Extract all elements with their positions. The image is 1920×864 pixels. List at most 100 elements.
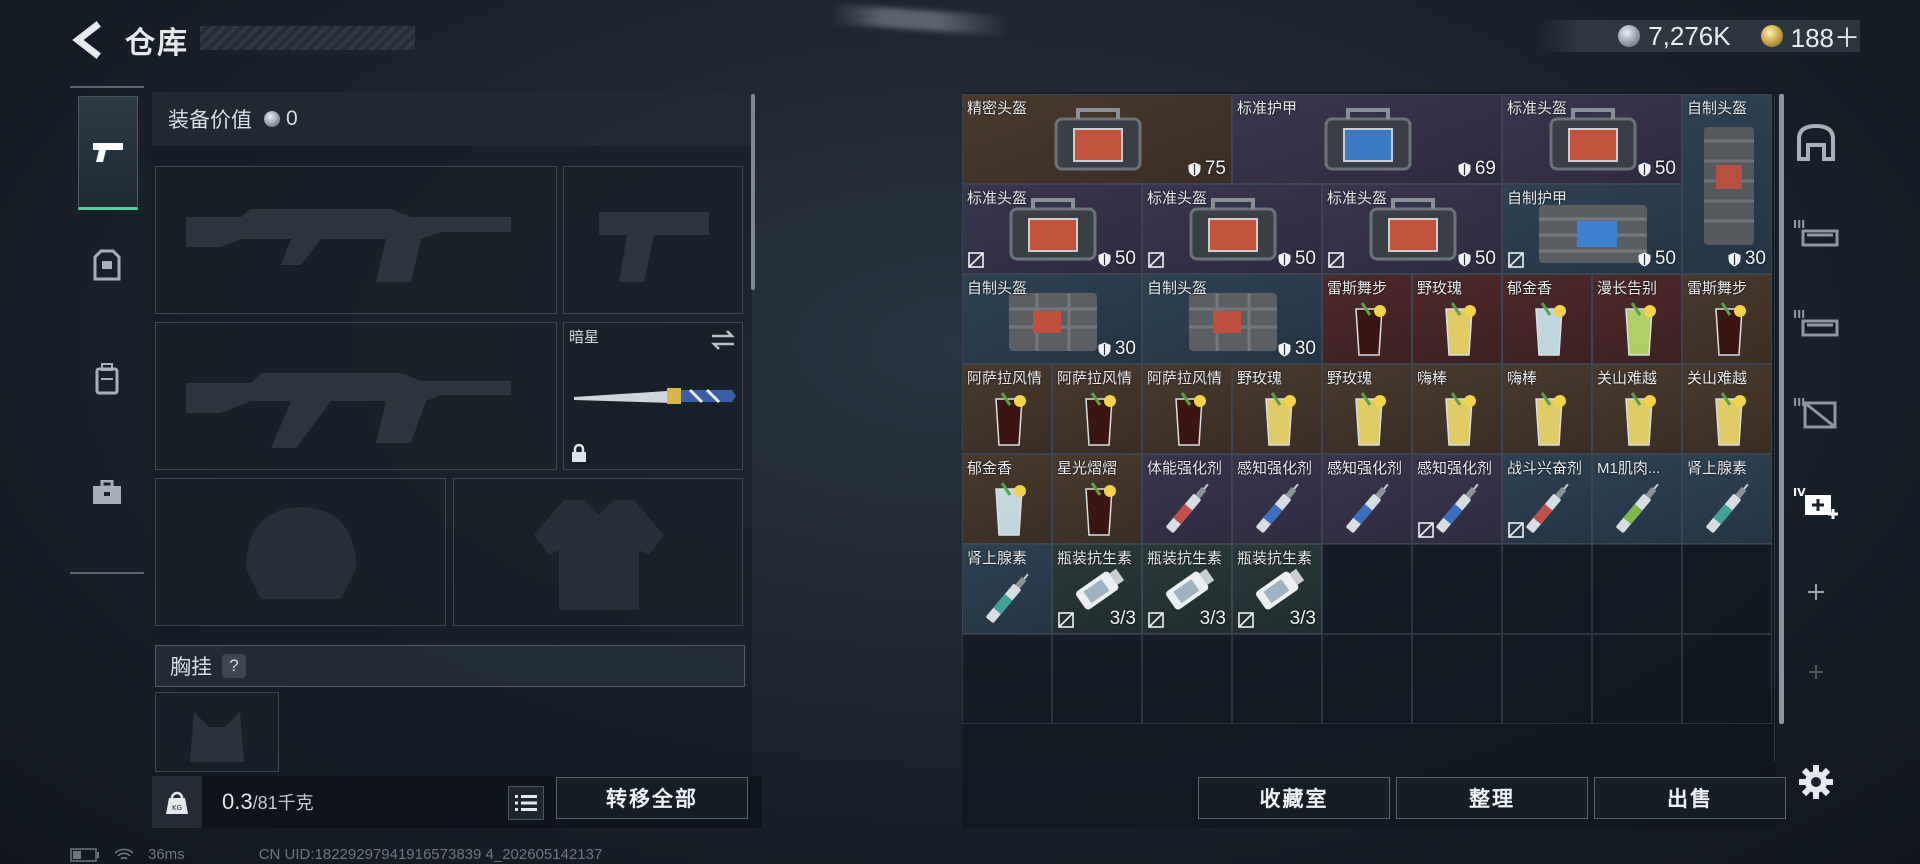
warehouse-item[interactable]: 标准头盔 50	[962, 184, 1142, 274]
item-name: M1肌肉...	[1597, 460, 1661, 477]
warehouse-item[interactable]: 肾上腺素	[1682, 454, 1772, 544]
transfer-all-button[interactable]: 转移全部	[556, 777, 748, 819]
warehouse-item[interactable]: 雷斯舞步	[1322, 274, 1412, 364]
warehouse-item[interactable]: 星光熠熠	[1052, 454, 1142, 544]
grid-cell[interactable]	[1592, 544, 1682, 634]
warehouse-item[interactable]: 郁金香	[962, 454, 1052, 544]
sidearm-slot[interactable]	[563, 166, 743, 314]
tab-case[interactable]	[78, 438, 136, 548]
warehouse-scrollbar[interactable]	[1779, 94, 1784, 724]
tab-storage-3c[interactable]: III	[1786, 372, 1846, 452]
swap-icon[interactable]	[710, 329, 736, 351]
settings-gear-icon[interactable]	[1798, 764, 1834, 800]
warehouse-item[interactable]: 阿萨拉风情	[962, 364, 1052, 454]
grid-cell[interactable]	[1232, 634, 1322, 724]
helmet-slot[interactable]	[155, 478, 446, 626]
warehouse-item[interactable]: 自制护甲 50	[1502, 184, 1682, 274]
tab-weapons[interactable]	[78, 96, 138, 210]
grid-cell[interactable]	[1502, 634, 1592, 724]
grid-cell[interactable]	[1142, 634, 1232, 724]
warehouse-item[interactable]: 精密头盔 75	[962, 94, 1232, 184]
tab-storage-main[interactable]	[1786, 102, 1846, 182]
warehouse-item[interactable]: 瓶装抗生素 3/3	[1052, 544, 1142, 634]
grid-cell[interactable]	[1412, 634, 1502, 724]
list-icon	[515, 795, 537, 811]
warehouse-item[interactable]: M1肌肉...	[1592, 454, 1682, 544]
warehouse-item[interactable]: 肾上腺素	[962, 544, 1052, 634]
item-name: 野玫瑰	[1327, 370, 1373, 387]
tab-storage-4-medical[interactable]: IV	[1786, 462, 1846, 542]
svg-text:III: III	[1793, 308, 1805, 321]
warehouse-item[interactable]: 郁金香	[1502, 274, 1592, 364]
sort-button[interactable]: 整理	[1396, 777, 1588, 819]
tab-storage-3a[interactable]: III	[1786, 192, 1846, 272]
equipment-scrollbar[interactable]	[751, 94, 755, 290]
warehouse-item[interactable]: 阿萨拉风情	[1142, 364, 1232, 454]
warehouse-item[interactable]: 嗨棒	[1502, 364, 1592, 454]
status-bar: 36ms CN UID:18229297941916573839 4_20260…	[70, 846, 602, 863]
secondary-weapon-slot[interactable]	[155, 322, 557, 470]
melee-slot[interactable]: 暗星	[563, 322, 743, 470]
tab-armor[interactable]	[78, 210, 136, 320]
no-insure-icon	[968, 252, 984, 268]
add-storage-tab-button[interactable]	[1786, 552, 1846, 632]
warehouse-item[interactable]: 标准头盔 50	[1142, 184, 1322, 274]
warehouse-item[interactable]: 野玫瑰	[1412, 274, 1502, 364]
warehouse-item[interactable]: 瓶装抗生素 3/3	[1232, 544, 1322, 634]
collection-room-button[interactable]: 收藏室	[1198, 777, 1390, 819]
tab-backpack[interactable]	[78, 324, 136, 434]
grid-cell[interactable]	[1322, 634, 1412, 724]
primary-weapon-slot[interactable]	[155, 166, 557, 314]
vault-icon	[1797, 123, 1835, 161]
svg-text:KG: KG	[172, 804, 182, 812]
warehouse-item[interactable]: 阿萨拉风情	[1052, 364, 1142, 454]
warehouse-item[interactable]: 体能强化剂	[1142, 454, 1232, 544]
item-value: 69	[1458, 158, 1496, 180]
rack-icon: III	[1793, 218, 1839, 247]
item-name: 战斗兴奋剂	[1507, 460, 1583, 477]
grid-cell[interactable]	[1322, 544, 1412, 634]
warehouse-item[interactable]: 战斗兴奋剂	[1502, 454, 1592, 544]
warehouse-item[interactable]: 关山难越	[1682, 364, 1772, 454]
chest-rig-slot[interactable]	[155, 692, 279, 772]
grid-cell[interactable]	[1412, 544, 1502, 634]
grid-cell[interactable]	[1682, 634, 1772, 724]
item-name: 肾上腺素	[967, 550, 1028, 567]
warehouse-item[interactable]: 标准头盔 50	[1502, 94, 1682, 184]
warehouse-item[interactable]: 野玫瑰	[1232, 364, 1322, 454]
warehouse-item[interactable]: 感知强化剂	[1412, 454, 1502, 544]
warehouse-item[interactable]: 瓶装抗生素 3/3	[1142, 544, 1232, 634]
warehouse-item[interactable]: 自制头盔 30	[1142, 274, 1322, 364]
warehouse-item[interactable]: 雷斯舞步	[1682, 274, 1772, 364]
armor-durability-icon	[1638, 162, 1651, 176]
gold-balance[interactable]: 188＋	[1791, 18, 1860, 55]
tab-storage-3b[interactable]: III	[1786, 282, 1846, 362]
item-name: 漫长告别	[1597, 280, 1658, 297]
armor-durability-icon	[1278, 342, 1291, 356]
item-value: 30	[1728, 248, 1766, 270]
item-name: 标准头盔	[967, 190, 1028, 207]
warehouse-item[interactable]: 野玫瑰	[1322, 364, 1412, 454]
sell-button[interactable]: 出售	[1594, 777, 1786, 819]
back-arrow-icon[interactable]	[70, 20, 104, 60]
warehouse-item[interactable]: 感知强化剂	[1232, 454, 1322, 544]
warehouse-item[interactable]: 自制头盔 30	[1682, 94, 1772, 274]
warehouse-item[interactable]: 漫长告别	[1592, 274, 1682, 364]
grid-cell[interactable]	[1502, 544, 1592, 634]
item-name: 自制头盔	[967, 280, 1028, 297]
warehouse-item[interactable]: 标准头盔 50	[1322, 184, 1502, 274]
warehouse-item[interactable]: 嗨棒	[1412, 364, 1502, 454]
armor-slot[interactable]	[453, 478, 743, 626]
warehouse-item[interactable]: 关山难越	[1592, 364, 1682, 454]
grid-cell[interactable]	[1592, 634, 1682, 724]
svg-text:III: III	[1793, 218, 1805, 231]
warehouse-item[interactable]: 感知强化剂	[1322, 454, 1412, 544]
list-view-button[interactable]	[508, 786, 544, 820]
warehouse-item[interactable]: 自制头盔 30	[962, 274, 1142, 364]
grid-cell[interactable]	[962, 634, 1052, 724]
help-icon[interactable]: ?	[222, 654, 246, 678]
add-storage-tab-button-disabled	[1786, 632, 1846, 712]
warehouse-item[interactable]: 标准护甲 69	[1232, 94, 1502, 184]
grid-cell[interactable]	[1052, 634, 1142, 724]
grid-cell[interactable]	[1682, 544, 1772, 634]
